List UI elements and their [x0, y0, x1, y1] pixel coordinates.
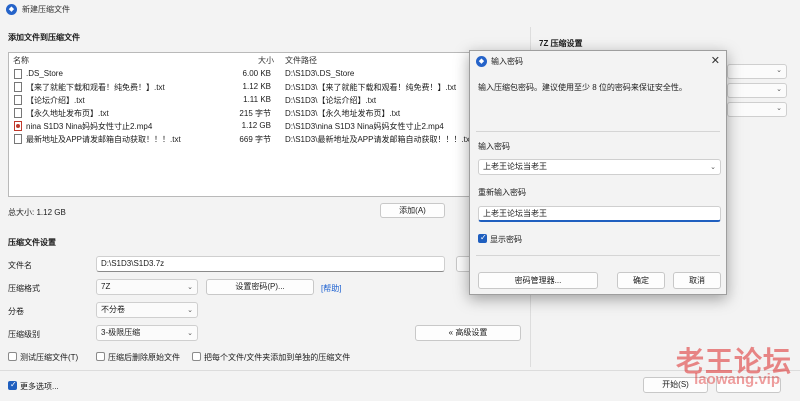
table-row[interactable]: 【论坛介绍】.txt 1.11 KB D:\S1D3\【论坛介绍】.txt	[9, 95, 527, 107]
text-file-icon	[14, 95, 22, 105]
table-row[interactable]: nina S1D3 Nina妈妈女性寸止2.mp4 1.12 GB D:\S1D…	[9, 121, 527, 133]
column-header-path[interactable]: 文件路径	[285, 55, 317, 66]
file-name: 【来了就能下载和观看！纯免费！】.txt	[26, 83, 165, 92]
dialog-cancel-button[interactable]: 取消	[673, 272, 721, 289]
level-select[interactable]: 3-极限压缩 ⌄	[96, 325, 198, 341]
add-section-title: 添加文件到压缩文件	[8, 33, 80, 42]
app-icon: ◆	[6, 4, 17, 15]
dialog-app-icon: ◆	[476, 56, 487, 67]
format-label: 压缩格式	[8, 284, 40, 293]
chevron-down-icon: ⌄	[187, 330, 193, 337]
level-label: 压缩级别	[8, 330, 40, 339]
delete-after-label: 压缩后删除原始文件	[108, 353, 180, 362]
split-label: 分卷	[8, 307, 24, 316]
filename-input[interactable]: D:\S1D3\S1D3.7z	[96, 256, 445, 272]
table-row[interactable]: 最新地址及APP请发邮箱自动获取！！！.txt 669 字节 D:\S1D3\最…	[9, 134, 527, 146]
file-path: D:\S1D3\nina S1D3 Nina妈妈女性寸止2.mp4	[285, 122, 444, 131]
total-size: 总大小: 1.12 GB	[8, 208, 66, 217]
file-size: 215 字节	[239, 109, 271, 118]
chevron-down-icon: ⌄	[776, 67, 782, 74]
video-file-icon	[14, 121, 22, 131]
file-name: 【论坛介绍】.txt	[26, 96, 85, 105]
separate-archives-label: 把每个文件/文件夹添加到单独的压缩文件	[204, 353, 351, 362]
chevron-down-icon: ⌄	[187, 284, 193, 291]
filename-label: 文件名	[8, 261, 32, 270]
panel-select-1[interactable]: ⌄	[727, 64, 787, 79]
reenter-password-input[interactable]: 上老王论坛当老王	[478, 206, 721, 222]
more-options-checkbox[interactable]	[8, 380, 17, 390]
text-file-icon	[14, 134, 22, 144]
chevron-down-icon: ⌄	[710, 164, 716, 171]
file-path: D:\S1D3\【论坛介绍】.txt	[285, 96, 377, 105]
watermark-url: laowang.vip	[694, 371, 780, 388]
format-select[interactable]: 7Z ⌄	[96, 279, 198, 295]
divider	[476, 255, 720, 256]
close-icon[interactable]: ✕	[711, 54, 720, 67]
separate-archives-checkbox[interactable]	[192, 352, 201, 361]
table-row[interactable]: .DS_Store 6.00 KB D:\S1D3\.DS_Store	[9, 69, 527, 81]
settings-section-title: 压缩文件设置	[8, 238, 56, 247]
window-title: 新建压缩文件	[22, 5, 70, 14]
file-size: 1.11 KB	[243, 95, 271, 104]
file-path: D:\S1D3\【来了就能下载和观看！纯免费！】.txt	[285, 83, 457, 92]
test-archive-label: 测试压缩文件(T)	[20, 353, 79, 362]
table-row[interactable]: 【永久地址发布页】.txt 215 字节 D:\S1D3\【永久地址发布页】.t…	[9, 108, 527, 120]
table-row[interactable]: 【来了就能下载和观看！纯免费！】.txt 1.12 KB D:\S1D3\【来了…	[9, 82, 527, 94]
split-value: 不分卷	[101, 305, 125, 314]
chevron-down-icon: ⌄	[776, 86, 782, 93]
chevron-down-icon: ⌄	[776, 105, 782, 112]
password-manager-button[interactable]: 密码管理器...	[478, 272, 598, 289]
file-size: 1.12 KB	[242, 82, 271, 91]
test-archive-checkbox[interactable]	[8, 352, 17, 361]
password-label: 输入密码	[478, 142, 510, 151]
file-path: D:\S1D3\最新地址及APP请发邮箱自动获取！！！.txt	[285, 135, 473, 144]
dialog-title-bar: ◆ 输入密码 ✕	[470, 51, 726, 71]
chevron-down-icon: ⌄	[187, 307, 193, 314]
text-file-icon	[14, 108, 22, 118]
file-size: 6.00 KB	[242, 69, 271, 78]
format-value: 7Z	[101, 282, 111, 291]
file-icon	[14, 69, 22, 79]
file-name: 【永久地址发布页】.txt	[26, 109, 109, 118]
column-header-name[interactable]: 名称	[13, 55, 29, 66]
panel-select-3[interactable]: ⌄	[727, 102, 787, 117]
password-input[interactable]: 上老王论坛当老王 ⌄	[478, 159, 721, 175]
reenter-password-label: 重新输入密码	[478, 188, 526, 197]
delete-after-checkbox[interactable]	[96, 352, 105, 361]
column-header-size[interactable]: 大小	[258, 55, 274, 66]
text-file-icon	[14, 82, 22, 92]
password-value: 上老王论坛当老王	[483, 162, 547, 171]
file-path: D:\S1D3\.DS_Store	[285, 69, 355, 78]
file-name: 最新地址及APP请发邮箱自动获取！！！.txt	[26, 135, 181, 144]
file-list[interactable]: 名称 大小 文件路径 .DS_Store 6.00 KB D:\S1D3\.DS…	[8, 52, 528, 197]
help-link[interactable]: [帮助]	[321, 283, 341, 294]
file-path: D:\S1D3\【永久地址发布页】.txt	[285, 109, 401, 118]
ok-button[interactable]: 确定	[617, 272, 665, 289]
divider	[476, 131, 720, 132]
split-select[interactable]: 不分卷 ⌄	[96, 302, 198, 318]
panel-select-2[interactable]: ⌄	[727, 83, 787, 98]
right-panel-title: 7Z 压缩设置	[539, 39, 583, 48]
file-name: .DS_Store	[26, 69, 63, 78]
level-value: 3-极限压缩	[101, 328, 141, 337]
dialog-description: 输入压缩包密码。建议使用至少 8 位的密码来保证安全性。	[478, 83, 687, 92]
more-options-label: 更多选项...	[20, 382, 59, 391]
file-size: 1.12 GB	[241, 121, 271, 130]
file-name: nina S1D3 Nina妈妈女性寸止2.mp4	[26, 122, 153, 131]
show-password-label: 显示密码	[490, 235, 522, 244]
show-password-checkbox[interactable]	[478, 233, 487, 243]
add-button[interactable]: 添加(A)	[380, 203, 445, 218]
password-dialog: ◆ 输入密码 ✕ 输入压缩包密码。建议使用至少 8 位的密码来保证安全性。 输入…	[469, 50, 727, 295]
dialog-title: 输入密码	[491, 57, 523, 66]
set-password-button[interactable]: 设置密码(P)...	[206, 279, 314, 295]
file-size: 669 字节	[239, 135, 271, 144]
advanced-settings-button[interactable]: « 高级设置	[415, 325, 521, 341]
title-bar: ◆ 新建压缩文件	[0, 0, 800, 20]
